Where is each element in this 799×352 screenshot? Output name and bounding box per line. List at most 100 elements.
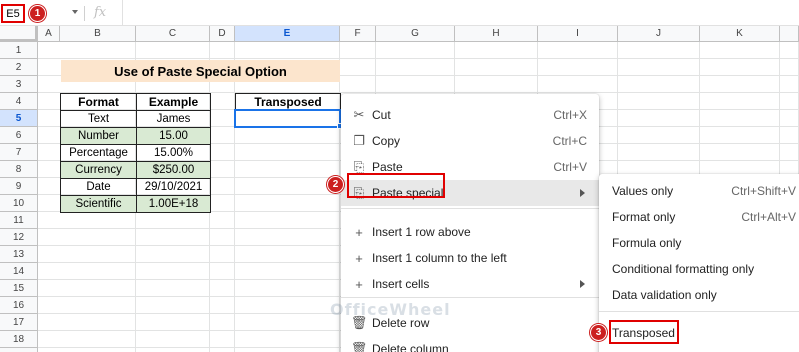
column-header-i[interactable]: I (538, 26, 618, 42)
column-header-f[interactable]: F (340, 26, 376, 42)
row-header-4[interactable]: 4 (0, 93, 38, 110)
menu-item-shortcut: Ctrl+X (553, 108, 587, 122)
menu-item-insert-1-row-above[interactable]: + Insert 1 row above (341, 219, 599, 245)
menu-item-label: Paste (372, 160, 403, 174)
column-header-j[interactable]: J (618, 26, 700, 42)
row-header-3[interactable]: 3 (0, 76, 38, 93)
menu-item-delete-column[interactable]: 🗑 Delete column (341, 336, 599, 352)
table-cell-example[interactable]: 15.00% (136, 144, 211, 162)
row-header-12[interactable]: 12 (0, 229, 38, 246)
menu-item-insert-1-column-to-the-left[interactable]: + Insert 1 column to the left (341, 245, 599, 271)
row-header-10[interactable]: 10 (0, 195, 38, 212)
select-all-corner[interactable] (0, 26, 38, 42)
row-header-8[interactable]: 8 (0, 161, 38, 178)
row-header-17[interactable]: 17 (0, 314, 38, 331)
submenu-item-conditional-formatting-only[interactable]: Conditional formatting only (599, 256, 799, 282)
submenu-item-label: Format only (612, 210, 676, 224)
menu-item-label: Delete column (372, 342, 449, 352)
formula-bar: E5 1 fx (0, 0, 799, 26)
submenu-item-format-only[interactable]: Format only Ctrl+Alt+V (599, 204, 799, 230)
menu-item-label: Cut (372, 108, 391, 122)
column-header-g[interactable]: G (376, 26, 455, 42)
table-cell-example[interactable]: $250.00 (136, 161, 211, 179)
row-header-6[interactable]: 6 (0, 127, 38, 144)
column-header-filler (780, 26, 799, 42)
formula-bar-divider (122, 0, 123, 26)
submenu-arrow-icon (580, 280, 585, 288)
table-cell-format[interactable]: Percentage (60, 144, 137, 162)
menu-item-cut[interactable]: ✂ Cut Ctrl+X (341, 102, 599, 128)
row-header-11[interactable]: 11 (0, 212, 38, 229)
row-header-19[interactable]: 19 (0, 348, 38, 352)
name-box[interactable]: E5 (1, 4, 25, 23)
submenu-item-shortcut: Ctrl+Shift+V (731, 184, 796, 198)
grid-line (234, 42, 235, 352)
row-header-13[interactable]: 13 (0, 246, 38, 263)
menu-item-label: Insert 1 column to the left (372, 251, 507, 265)
transposed-highlight (609, 320, 679, 344)
menu-item-shortcut: Ctrl+V (553, 160, 587, 174)
sheet-title[interactable]: Use of Paste Special Option (61, 60, 340, 82)
table-cell-format[interactable]: Currency (60, 161, 137, 179)
menu-item-label: Insert cells (372, 277, 430, 291)
step-marker-1: 1 (29, 5, 46, 22)
formula-bar-divider (84, 6, 85, 21)
menu-separator (599, 311, 799, 312)
row-header-14[interactable]: 14 (0, 263, 38, 280)
paste-special-highlight (347, 173, 445, 198)
plus-icon: + (355, 276, 363, 292)
row-header-1[interactable]: 1 (0, 42, 38, 59)
menu-item-copy[interactable]: ❐ Copy Ctrl+C (341, 128, 599, 154)
row-header-9[interactable]: 9 (0, 178, 38, 195)
submenu-item-label: Data validation only (612, 288, 717, 302)
column-header-h[interactable]: H (455, 26, 538, 42)
table-cell-format[interactable]: Date (60, 178, 137, 196)
submenu-item-shortcut: Ctrl+Alt+V (741, 210, 796, 224)
row-header-16[interactable]: 16 (0, 297, 38, 314)
row-header-7[interactable]: 7 (0, 144, 38, 161)
table-header-format[interactable]: Format (60, 93, 137, 111)
table-cell-example[interactable]: James (136, 110, 211, 128)
fx-icon: fx (94, 5, 107, 20)
submenu-item-label: Formula only (612, 236, 682, 250)
step-marker-3: 3 (590, 324, 607, 341)
menu-item-shortcut: Ctrl+C (552, 134, 587, 148)
column-header-k[interactable]: K (700, 26, 780, 42)
table-cell-format[interactable]: Number (60, 127, 137, 145)
trash-icon: 🗑 (350, 341, 368, 352)
submenu-item-data-validation-only[interactable]: Data validation only (599, 282, 799, 308)
row-header-15[interactable]: 15 (0, 280, 38, 297)
column-header-e[interactable]: E (235, 26, 340, 42)
plus-icon: + (355, 224, 363, 240)
step-marker-2: 2 (327, 176, 344, 193)
table-cell-example[interactable]: 15.00 (136, 127, 211, 145)
column-header-d[interactable]: D (210, 26, 235, 42)
plus-icon: + (355, 250, 363, 266)
submenu-item-label: Values only (612, 184, 674, 198)
name-box-dropdown-icon[interactable] (72, 10, 78, 14)
column-header-b[interactable]: B (60, 26, 136, 42)
table-header-example[interactable]: Example (136, 93, 211, 111)
grid-line (38, 58, 799, 59)
column-header-a[interactable]: A (38, 26, 60, 42)
row-header-2[interactable]: 2 (0, 59, 38, 76)
table-cell-example[interactable]: 1.00E+18 (136, 195, 211, 213)
table-cell-example[interactable]: 29/10/2021 (136, 178, 211, 196)
scissors-icon: ✂ (353, 107, 365, 122)
row-header-18[interactable]: 18 (0, 331, 38, 348)
submenu-item-label: Conditional formatting only (612, 262, 755, 276)
submenu-item-values-only[interactable]: Values only Ctrl+Shift+V (599, 178, 799, 204)
menu-separator (341, 208, 599, 209)
submenu-item-formula-only[interactable]: Formula only (599, 230, 799, 256)
menu-separator (341, 297, 599, 298)
menu-item-insert-cells[interactable]: + Insert cells (341, 271, 599, 297)
row-header-5[interactable]: 5 (0, 110, 38, 127)
submenu-arrow-icon (580, 189, 585, 197)
menu-item-label: Insert 1 row above (372, 225, 471, 239)
table-cell-format[interactable]: Scientific (60, 195, 137, 213)
selected-cell-e5[interactable] (234, 109, 341, 128)
copy-icon: ❐ (353, 133, 365, 148)
watermark-logo: OfficeWheel (330, 300, 451, 319)
table-cell-format[interactable]: Text (60, 110, 137, 128)
column-header-c[interactable]: C (136, 26, 210, 42)
